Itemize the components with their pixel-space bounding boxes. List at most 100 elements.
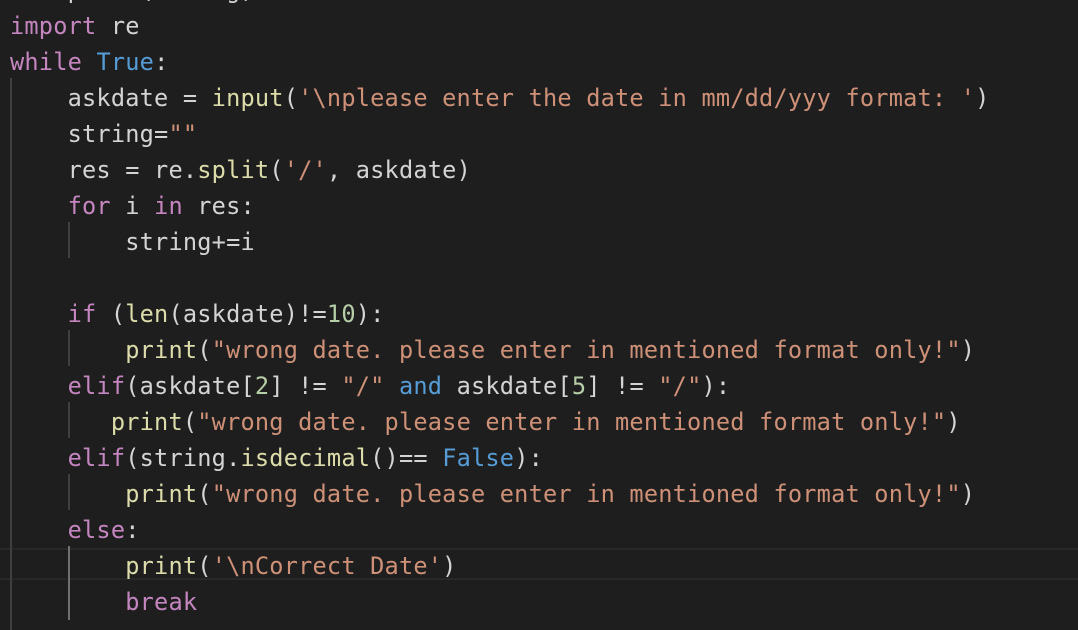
text-token: ) [960,336,976,364]
function-token: split [197,156,270,184]
code-line[interactable]: else: [0,512,1078,548]
text-token: ) [946,408,961,436]
constant-token: False [442,444,515,472]
code-line-text: askdate = input('\nplease enter the date… [10,80,990,116]
keyword-token: break [125,588,198,616]
string-token: '\nplease enter the date in mm/dd/yyy fo… [298,84,976,112]
code-line[interactable]: print('\nCorrect Date') [0,548,1078,584]
function-token: len [125,300,169,328]
text-token: ] != [586,372,659,400]
string-token: "wrong date. please enter in mentioned f… [211,336,961,364]
text-token: ) [960,480,976,508]
string-token: "/" [658,372,702,400]
function-token: input [211,84,284,112]
code-line-text: string="" [10,116,197,152]
text-token: , askdate) [326,156,471,184]
code-line[interactable]: res = re.split('/', askdate) [0,152,1078,188]
text-token: askdate = [10,84,212,112]
string-token: "wrong date. please enter in mentioned f… [197,408,947,436]
text-token: res: [182,192,255,220]
text-token: i [110,192,155,220]
code-line-text: elif(string.isdecimal()== False): [10,440,543,476]
code-line[interactable]: askdate = input('\nplease enter the date… [0,80,1078,116]
text-token: (askdate)!= [168,300,327,328]
number-token: 10 [326,300,356,328]
string-token: '\nCorrect Date' [211,552,443,580]
text-token: ( [283,84,299,112]
text-token: ( [269,156,284,184]
code-line[interactable]: print("wrong date. please enter in menti… [0,476,1078,512]
keyword-token: import [10,12,97,40]
text-token: ): [355,300,385,328]
string-token: "wrong date. please enter in mentioned f… [211,480,961,508]
code-line[interactable]: elif(askdate[2] != "/" and askdate[5] !=… [0,368,1078,404]
code-line-text: break [10,584,197,620]
code-line[interactable]: elif(string.isdecimal()== False): [0,440,1078,476]
code-line-text: print("wrong date. please enter in menti… [10,476,975,512]
code-line-text: string+=i [10,224,255,260]
text-token: string= [10,120,169,148]
keyword-token: in [154,192,183,220]
keyword-token: elif [67,372,126,400]
string-token: "/" [341,372,385,400]
keyword-token: if [67,300,97,328]
code-line-text: for i in res: [10,188,255,224]
code-line-text: import re [10,8,140,44]
text-token: re [96,12,140,40]
code-editor[interactable]: print(string) import rewhile True: askda… [0,0,1078,630]
number-token: 5 [571,372,587,400]
code-line-text: while True: [10,44,168,80]
text-token: ( [182,408,198,436]
code-line[interactable]: print("wrong date. please enter in menti… [0,404,1078,440]
text-token: ()== [370,444,443,472]
code-line[interactable] [0,260,1078,296]
text-token: (askdate[ [125,372,255,400]
keyword-token: while [10,48,83,76]
function-token: print [110,408,183,436]
clipped-line-text: print(string) [10,0,255,8]
code-line-text: print("wrong date. please enter in menti… [10,332,975,368]
code-line-text: elif(askdate[2] != "/" and askdate[5] !=… [10,368,730,404]
function-token: print [125,336,198,364]
text-token: (string. [125,444,241,472]
text-token: ( [197,480,212,508]
function-token: print [125,480,198,508]
code-line[interactable]: if (len(askdate)!=10): [0,296,1078,332]
constant-token: and [398,372,443,400]
text-token: askdate[ [442,372,572,400]
code-line-clipped[interactable]: print(string) [0,0,1078,8]
string-token: "" [168,120,198,148]
text-token: : [125,516,140,544]
string-token: '/' [283,156,327,184]
text-token: ): [514,444,544,472]
code-line[interactable]: import re [0,8,1078,44]
code-line[interactable]: string+=i [0,224,1078,260]
text-token: ): [701,372,731,400]
text-token: ) [975,84,990,112]
text-token: ( [197,552,212,580]
code-line[interactable]: break [0,584,1078,620]
keyword-token: else [67,516,126,544]
number-token: 2 [254,372,270,400]
text-token: ( [96,300,126,328]
constant-token: True [96,48,155,76]
code-line[interactable]: for i in res: [0,188,1078,224]
code-line[interactable]: print("wrong date. please enter in menti… [0,332,1078,368]
code-line-text: print("wrong date. please enter in menti… [10,404,961,440]
code-line[interactable]: while True: [0,44,1078,80]
code-line[interactable]: string="" [0,116,1078,152]
text-token: string+=i [10,228,255,256]
text-token: res = re. [10,156,198,184]
